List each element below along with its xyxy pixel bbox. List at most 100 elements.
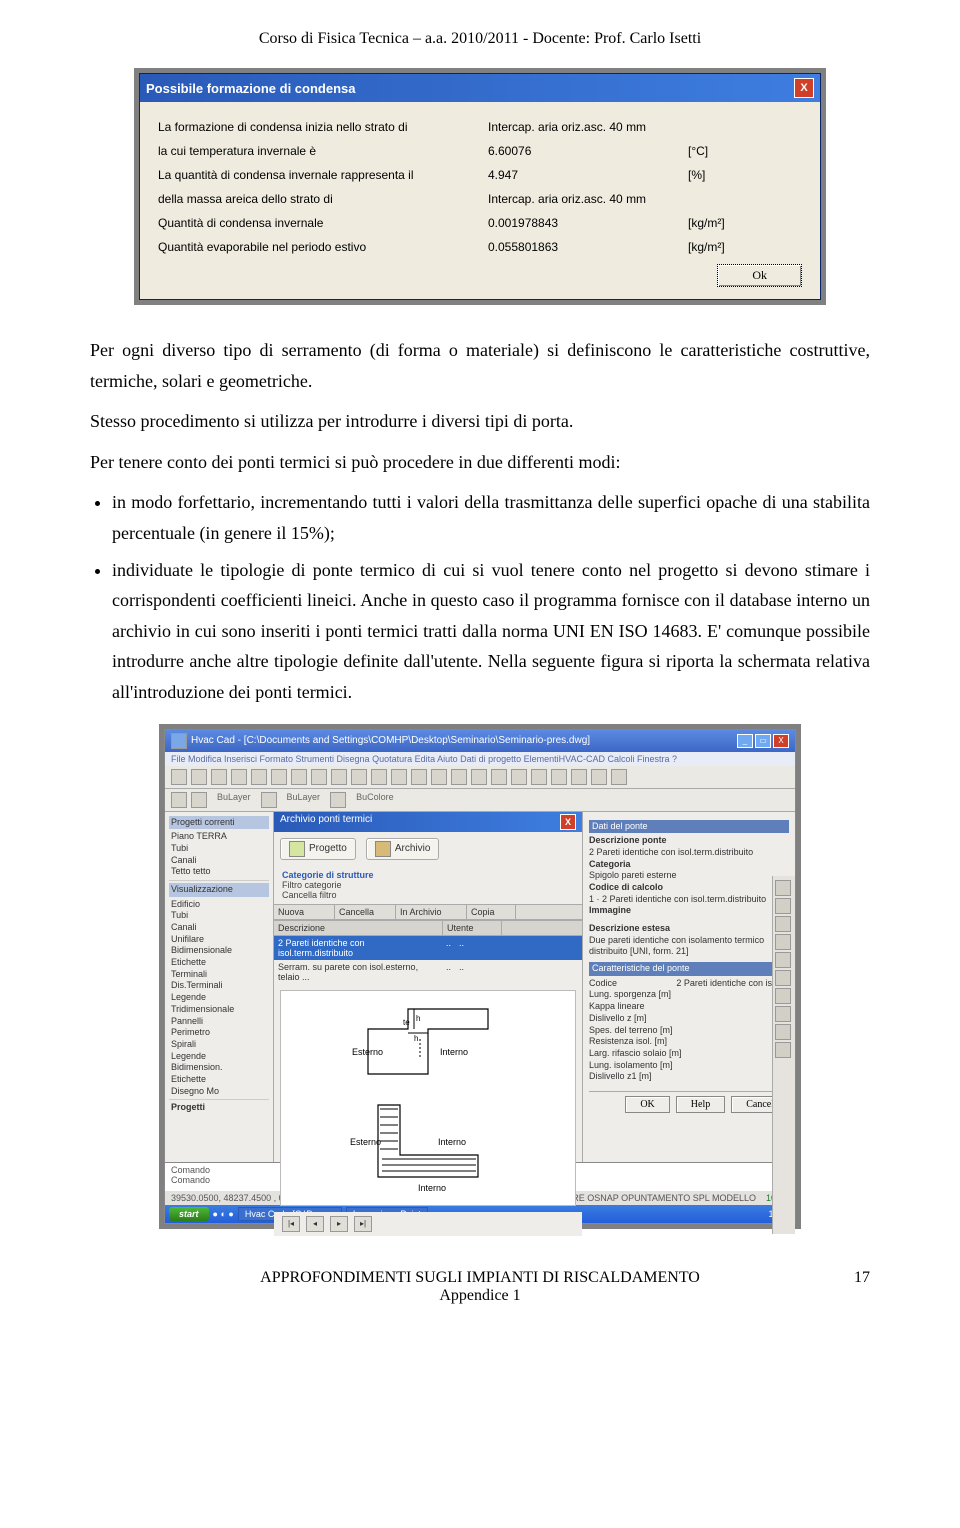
side-tool-icon[interactable] — [775, 898, 791, 914]
list-toolbtn[interactable]: Copia — [467, 905, 516, 919]
tool-icon[interactable] — [571, 769, 587, 785]
start-button[interactable]: start — [169, 1207, 209, 1221]
col-header[interactable]: Descrizione — [274, 921, 443, 935]
tree-item[interactable]: Canali — [169, 922, 269, 934]
tool-icon[interactable] — [371, 769, 387, 785]
tree-item[interactable]: Spirali — [169, 1039, 269, 1051]
side-tool-icon[interactable] — [775, 970, 791, 986]
tool-icon[interactable] — [211, 769, 227, 785]
tree-item[interactable]: Unifilare — [169, 934, 269, 946]
tree-item[interactable]: Disegno Mo — [169, 1086, 269, 1098]
bullet-item: individuate le tipologie di ponte termic… — [112, 555, 870, 708]
filter-link[interactable]: Filtro categorie — [282, 880, 574, 890]
toolbar-1[interactable] — [165, 766, 795, 789]
tool-icon[interactable] — [251, 769, 267, 785]
tree-item[interactable]: Tetto tetto — [169, 866, 269, 878]
tool-icon[interactable] — [351, 769, 367, 785]
tree-item[interactable]: Etichette — [169, 1074, 269, 1086]
col-header[interactable]: Utente — [443, 921, 502, 935]
filters-box: Categorie di strutture Filtro categorie … — [274, 866, 582, 904]
tool-icon[interactable] — [491, 769, 507, 785]
tool-icon[interactable] — [411, 769, 427, 785]
nav-last-icon[interactable]: ▸| — [354, 1216, 372, 1232]
tab-progetto[interactable]: Progetto — [280, 838, 356, 860]
side-tool-icon[interactable] — [775, 988, 791, 1004]
list-row-selected[interactable]: 2 Pareti identiche con isol.term.distrib… — [274, 936, 582, 960]
prop-desc: Due pareti identiche con isolamento term… — [589, 935, 789, 958]
figure-2: Hvac Cad - [C:\Documents and Settings\CO… — [90, 724, 870, 1229]
close-icon[interactable]: X — [560, 814, 576, 830]
tree-item[interactable]: Terminali — [169, 969, 269, 981]
tool-icon[interactable] — [291, 769, 307, 785]
close-icon[interactable]: X — [794, 78, 814, 98]
tool-icon[interactable] — [261, 792, 277, 808]
list-toolbtn[interactable]: Cancella — [335, 905, 396, 919]
tool-icon[interactable] — [171, 792, 187, 808]
side-tool-icon[interactable] — [775, 880, 791, 896]
ok-button[interactable]: Ok — [717, 264, 802, 287]
side-tool-icon[interactable] — [775, 1024, 791, 1040]
help-button[interactable]: Help — [676, 1096, 725, 1113]
tree-item[interactable]: Pannelli — [169, 1016, 269, 1028]
tree-item[interactable]: Piano TERRA — [169, 831, 269, 843]
tree-item[interactable]: Legende — [169, 992, 269, 1004]
tree-item[interactable]: Legende — [169, 1051, 269, 1063]
window-titlebar: Hvac Cad - [C:\Documents and Settings\CO… — [165, 730, 795, 752]
tool-icon[interactable] — [171, 769, 187, 785]
tool-icon[interactable] — [271, 769, 287, 785]
tree-footer[interactable]: Progetti — [169, 1102, 269, 1114]
row-label: La quantità di condensa invernale rappre… — [158, 168, 488, 182]
list-toolbtn[interactable]: Nuova — [274, 905, 335, 919]
side-tool-icon[interactable] — [775, 916, 791, 932]
side-tool-icon[interactable] — [775, 934, 791, 950]
svg-text:te: te — [403, 1018, 410, 1027]
side-tool-icon[interactable] — [775, 1042, 791, 1058]
side-tool-icon[interactable] — [775, 1006, 791, 1022]
tool-icon[interactable] — [511, 769, 527, 785]
tree-item[interactable]: Tubi — [169, 910, 269, 922]
tool-icon[interactable] — [311, 769, 327, 785]
tool-icon[interactable] — [391, 769, 407, 785]
tree-item[interactable]: Tubi — [169, 843, 269, 855]
nav-prev-icon[interactable]: ◂ — [306, 1216, 324, 1232]
tree-item[interactable]: Tridimensionale — [169, 1004, 269, 1016]
tool-icon[interactable] — [531, 769, 547, 785]
tree-item[interactable]: Perimetro — [169, 1027, 269, 1039]
menu-bar[interactable]: File Modifica Inserisci Formato Strument… — [165, 752, 795, 766]
minimize-icon[interactable]: _ — [737, 734, 753, 748]
toolbar-2[interactable]: BuLayerBuLayerBuColore — [165, 789, 795, 812]
tab-archivio[interactable]: Archivio — [366, 838, 440, 860]
tool-icon[interactable] — [191, 769, 207, 785]
ok-button[interactable]: OK — [625, 1096, 669, 1113]
nav-next-icon[interactable]: ▸ — [330, 1216, 348, 1232]
tool-icon[interactable] — [231, 769, 247, 785]
body-text: Per ogni diverso tipo di serramento (di … — [90, 335, 870, 708]
nav-first-icon[interactable]: |◂ — [282, 1216, 300, 1232]
list-toolbtn[interactable]: In Archivio — [396, 905, 467, 919]
row-label: la cui temperatura invernale è — [158, 144, 488, 158]
tool-icon[interactable] — [471, 769, 487, 785]
tree-item[interactable]: Bidimension. — [169, 1062, 269, 1074]
list-columns: Descrizione Utente — [274, 920, 582, 936]
list-row[interactable]: Serram. su parete con isol.esterno, tela… — [274, 960, 582, 984]
side-tool-icon[interactable] — [775, 952, 791, 968]
restore-icon[interactable]: ▭ — [755, 734, 771, 748]
prop-value: Spigolo pareti esterne — [589, 870, 789, 882]
tool-icon[interactable] — [431, 769, 447, 785]
tree-item[interactable]: Edificio — [169, 899, 269, 911]
close-icon[interactable]: X — [773, 734, 789, 748]
tree-item[interactable]: Bidimensionale — [169, 945, 269, 957]
dialog-body: La formazione di condensa inizia nello s… — [140, 102, 820, 299]
tree-item[interactable]: Dis.Terminali — [169, 980, 269, 992]
tool-icon[interactable] — [611, 769, 627, 785]
filter-link[interactable]: Cancella filtro — [282, 890, 574, 900]
tool-icon[interactable] — [451, 769, 467, 785]
tool-icon[interactable] — [591, 769, 607, 785]
tool-icon[interactable] — [331, 769, 347, 785]
tree-item[interactable]: Canali — [169, 855, 269, 867]
row-unit: [kg/m²] — [688, 240, 725, 254]
tree-item[interactable]: Etichette — [169, 957, 269, 969]
tool-icon[interactable] — [551, 769, 567, 785]
tool-icon[interactable] — [191, 792, 207, 808]
tool-icon[interactable] — [330, 792, 346, 808]
